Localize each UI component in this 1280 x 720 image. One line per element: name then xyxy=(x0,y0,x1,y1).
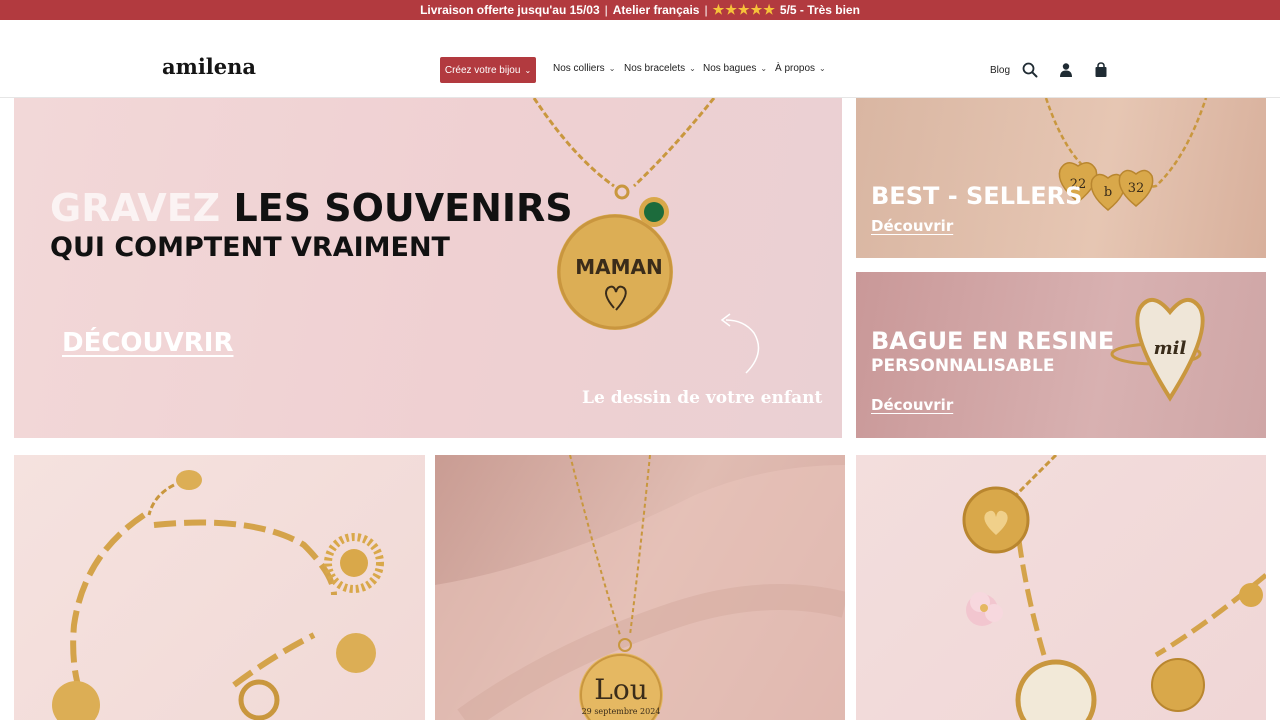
resin-ring-tile[interactable]: mil BAGUE EN RESINE PERSONNALISABLE Déco… xyxy=(856,272,1266,438)
hero-title: GRAVEZ LES SOUVENIRS xyxy=(50,186,573,230)
name-necklace-tile[interactable]: Lou 29 septembre 2024 xyxy=(435,455,845,720)
bracelet-tile[interactable] xyxy=(14,455,425,720)
chevron-down-icon: ⌄ xyxy=(524,65,532,75)
delivery-text: Livraison offerte jusqu'au 15/03 xyxy=(420,3,600,17)
search-icon[interactable] xyxy=(1022,62,1038,78)
nav-label: Nos colliers xyxy=(553,63,605,74)
rating-stars: ★★★★★ xyxy=(712,2,776,17)
ring-engraving: mil xyxy=(1154,338,1187,359)
pendant-engraving: MAMAN xyxy=(575,255,663,279)
best-sellers-tile[interactable]: 22 b 32 BEST - SELLERS Découvrir xyxy=(856,98,1266,258)
blog-link[interactable]: Blog xyxy=(990,65,1010,76)
account-icon[interactable] xyxy=(1058,62,1074,78)
hero-title-light: GRAVEZ xyxy=(50,186,221,230)
charm-number: 32 xyxy=(1128,181,1145,196)
resin-ring-title: BAGUE EN RESINE xyxy=(871,327,1115,355)
site-header: amilena Créez votre bijou ⌄ Nos colliers… xyxy=(0,20,1280,98)
name-necklace-image: Lou 29 septembre 2024 xyxy=(435,455,845,720)
separator: | xyxy=(604,3,608,17)
hero-subtitle: QUI COMPTENT VRAIMENT xyxy=(50,232,450,263)
nav-item-a-propos[interactable]: À propos ⌄ xyxy=(775,63,826,74)
announcement-bar: Livraison offerte jusqu'au 15/03 | Ateli… xyxy=(0,0,1280,20)
create-jewel-button[interactable]: Créez votre bijou ⌄ xyxy=(440,57,536,83)
charm-bracelet-image xyxy=(962,455,1266,720)
hero-discover-link[interactable]: DÉCOUVRIR xyxy=(62,328,233,358)
pendant-date: 29 septembre 2024 xyxy=(582,707,661,716)
chevron-down-icon: ⌄ xyxy=(608,64,616,73)
charm-letter: b xyxy=(1104,185,1112,200)
chevron-down-icon: ⌄ xyxy=(689,64,696,73)
nav-label: À propos xyxy=(775,63,816,74)
nav-label: Nos bagues xyxy=(703,63,757,74)
hero-necklace-image: MAMAN xyxy=(532,98,760,374)
chevron-down-icon: ⌄ xyxy=(760,64,768,73)
best-sellers-title: BEST - SELLERS xyxy=(871,182,1083,210)
resin-ring-link[interactable]: Découvrir xyxy=(871,396,953,414)
resin-ring-subtitle: PERSONNALISABLE xyxy=(871,356,1055,376)
charm-necklace-tile[interactable] xyxy=(856,455,1266,720)
create-jewel-label: Créez votre bijou xyxy=(444,64,521,76)
nav-label: Nos bracelets xyxy=(624,63,686,74)
nav-item-bagues[interactable]: Nos bagues ⌄ xyxy=(703,63,767,74)
nav-item-colliers[interactable]: Nos colliers ⌄ xyxy=(553,63,615,74)
hero-banner[interactable]: MAMAN GRAVEZ LES SOUVENIRS QUI COMPTENT … xyxy=(14,98,842,438)
atelier-text: Atelier français xyxy=(612,3,700,17)
hero-caption: Le dessin de votre enfant xyxy=(582,388,823,408)
bracelet-image xyxy=(52,470,384,720)
pendant-name: Lou xyxy=(594,673,647,706)
nav-item-bracelets[interactable]: Nos bracelets ⌄ xyxy=(624,63,696,74)
hero-title-dark: LES SOUVENIRS xyxy=(233,186,573,230)
logo[interactable]: amilena xyxy=(162,54,256,79)
separator: | xyxy=(704,3,708,17)
cart-icon[interactable] xyxy=(1093,62,1109,78)
best-sellers-link[interactable]: Découvrir xyxy=(871,217,953,235)
rating-text: 5/5 - Très bien xyxy=(779,3,860,17)
chevron-down-icon: ⌄ xyxy=(819,64,826,73)
